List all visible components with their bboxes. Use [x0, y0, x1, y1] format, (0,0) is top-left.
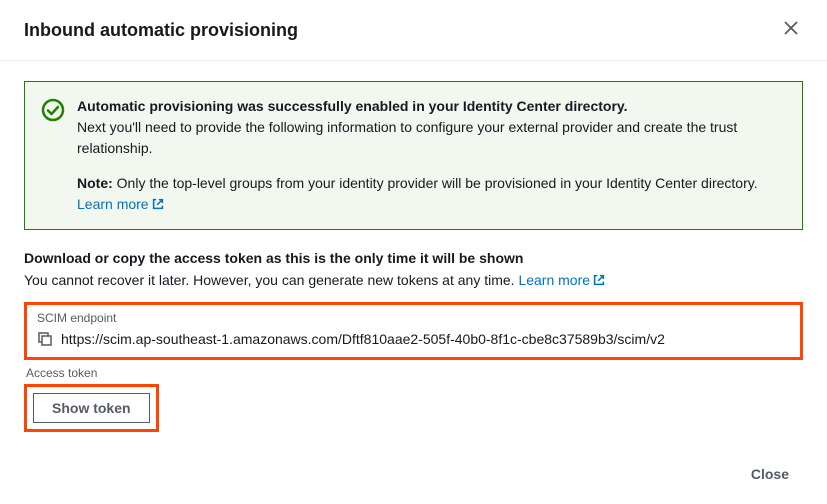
close-icon[interactable]	[779, 16, 803, 44]
access-token-label: Access token	[26, 366, 803, 380]
success-note: Note: Only the top-level groups from you…	[77, 173, 786, 215]
note-text: Only the top-level groups from your iden…	[113, 175, 758, 191]
modal-footer: Close	[713, 448, 827, 504]
note-label: Note:	[77, 175, 113, 191]
success-title: Automatic provisioning was successfully …	[77, 98, 628, 114]
show-token-button[interactable]: Show token	[33, 393, 150, 423]
learn-more-link-2[interactable]: Learn more	[518, 272, 606, 288]
success-content: Automatic provisioning was successfully …	[77, 96, 786, 215]
modal-body: Automatic provisioning was successfully …	[0, 61, 827, 452]
download-text: You cannot recover it later. However, yo…	[24, 272, 803, 288]
scim-endpoint-label: SCIM endpoint	[37, 311, 790, 325]
close-button[interactable]: Close	[739, 460, 801, 488]
success-text: Next you'll need to provide the followin…	[77, 117, 786, 159]
copy-icon[interactable]	[37, 331, 53, 347]
external-link-icon	[592, 273, 606, 287]
scim-endpoint-row: https://scim.ap-southeast-1.amazonaws.co…	[37, 331, 790, 347]
success-check-icon	[41, 98, 65, 122]
modal-title: Inbound automatic provisioning	[24, 20, 298, 41]
download-heading: Download or copy the access token as thi…	[24, 250, 803, 266]
scim-endpoint-highlight: SCIM endpoint https://scim.ap-southeast-…	[24, 302, 803, 360]
modal-header: Inbound automatic provisioning	[0, 0, 827, 61]
show-token-highlight: Show token	[24, 384, 159, 432]
external-link-icon	[151, 196, 165, 210]
learn-more-link[interactable]: Learn more	[77, 196, 165, 212]
success-alert: Automatic provisioning was successfully …	[24, 81, 803, 230]
scim-endpoint-value: https://scim.ap-southeast-1.amazonaws.co…	[61, 331, 665, 347]
